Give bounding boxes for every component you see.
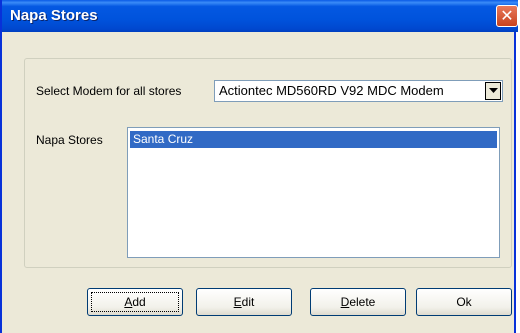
title-bar[interactable]: Napa Stores ✕ [2,0,518,32]
edit-button-label: dit [241,295,255,309]
dropdown-arrow-button[interactable] [485,82,501,100]
delete-button[interactable]: Delete [310,288,406,316]
focus-rect [91,292,179,312]
close-button[interactable]: ✕ [496,5,518,27]
chevron-down-icon [489,88,498,93]
close-icon: ✕ [500,6,514,25]
list-item[interactable]: Santa Cruz [130,131,497,148]
stores-label: Napa Stores [36,133,103,147]
napa-stores-dialog: Napa Stores ✕ Select Modem for all store… [0,0,518,333]
edit-button[interactable]: Edit [196,288,292,316]
modem-label: Select Modem for all stores [36,84,182,98]
stores-listbox[interactable]: Santa Cruz [127,127,500,258]
add-button[interactable]: Add [87,288,183,316]
window-title: Napa Stores [10,7,98,24]
modem-dropdown[interactable]: Actiontec MD560RD V92 MDC Modem [214,80,503,102]
modem-selected-value: Actiontec MD560RD V92 MDC Modem [219,83,444,98]
edit-button-mnemonic: E [233,295,242,309]
delete-button-label: elete [349,295,376,309]
delete-button-mnemonic: D [340,295,350,309]
ok-button-label: Ok [456,295,472,309]
ok-button[interactable]: Ok [416,288,512,316]
